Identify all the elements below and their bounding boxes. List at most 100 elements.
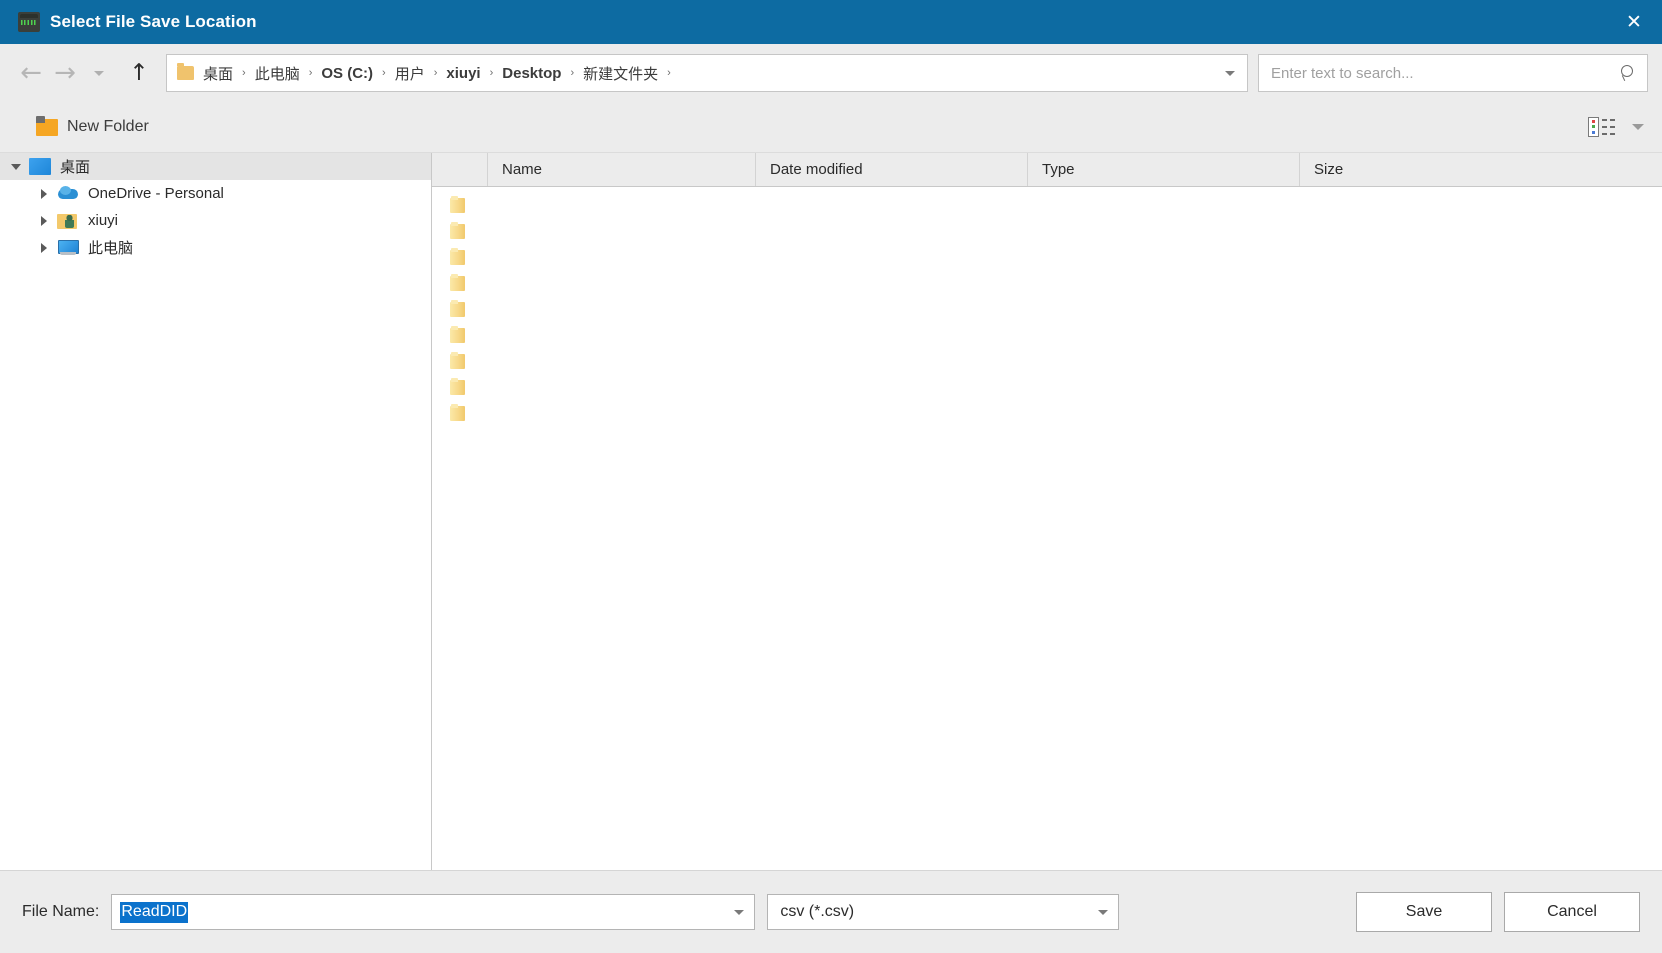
file-row[interactable] xyxy=(432,373,1662,399)
folder-icon xyxy=(450,351,465,369)
up-one-level-button[interactable]: ↑ xyxy=(122,56,156,90)
search-input[interactable] xyxy=(1271,64,1619,82)
file-row[interactable] xyxy=(432,295,1662,321)
column-headers: Name Date modified Type Size xyxy=(432,153,1662,187)
onedrive-cloud-icon xyxy=(57,185,79,203)
column-header-name[interactable]: Name xyxy=(488,153,756,186)
tree-item[interactable]: 此电脑 xyxy=(0,234,431,261)
column-header-type[interactable]: Type xyxy=(1028,153,1300,186)
app-waveform-icon xyxy=(18,12,40,32)
title-bar: Select File Save Location ✕ xyxy=(0,0,1662,44)
breadcrumb-item[interactable]: 用户 xyxy=(388,60,432,87)
breadcrumb-separator-icon[interactable]: › xyxy=(380,67,388,79)
file-name-label: File Name: xyxy=(22,903,100,920)
tree-item[interactable]: 桌面 xyxy=(0,153,431,180)
this-pc-icon xyxy=(57,239,79,257)
breadcrumb-separator-icon[interactable]: › xyxy=(240,67,248,79)
file-list-panel: Name Date modified Type Size xyxy=(432,153,1662,870)
back-arrow-icon: ← xyxy=(20,58,42,88)
select-file-save-location-dialog: Select File Save Location ✕ ← → ↑ 桌面 › 此电脑… xyxy=(0,0,1662,953)
folder-icon xyxy=(450,299,465,317)
breadcrumb-separator-icon[interactable]: › xyxy=(488,67,496,79)
chevron-down-icon[interactable] xyxy=(6,164,26,170)
breadcrumb-separator-icon[interactable]: › xyxy=(568,67,576,79)
file-rows-container xyxy=(432,187,1662,870)
file-type-chevron-down-icon[interactable] xyxy=(1088,895,1118,929)
breadcrumb-item[interactable]: Desktop xyxy=(495,62,568,85)
breadcrumb-separator-icon[interactable]: › xyxy=(432,67,440,79)
chevron-right-icon[interactable] xyxy=(34,216,54,226)
file-row[interactable] xyxy=(432,217,1662,243)
tree-item-label: 此电脑 xyxy=(88,240,134,257)
close-icon[interactable]: ✕ xyxy=(1606,0,1662,44)
navigation-tree: 桌面 OneDrive - Personal xiuyi 此电脑 xyxy=(0,153,432,870)
chevron-down-icon xyxy=(94,70,104,76)
column-header-gutter xyxy=(432,153,488,186)
footer-bar: File Name: ReadDID csv (*.csv) Save Canc… xyxy=(0,870,1662,953)
new-folder-icon xyxy=(36,115,58,136)
navigation-bar: ← → ↑ 桌面 › 此电脑 › OS (C:) › 用户 › xiuyi › Desktop › 新建… xyxy=(0,44,1662,102)
chevron-right-icon[interactable] xyxy=(34,189,54,199)
file-row[interactable] xyxy=(432,269,1662,295)
up-arrow-icon: ↑ xyxy=(129,59,149,86)
breadcrumb-item[interactable]: 新建文件夹 xyxy=(576,60,665,87)
new-folder-label: New Folder xyxy=(67,118,149,135)
window-title: Select File Save Location xyxy=(50,12,257,31)
tree-item[interactable]: xiuyi xyxy=(0,207,431,234)
address-bar[interactable]: 桌面 › 此电脑 › OS (C:) › 用户 › xiuyi › Desktop › 新建文件夹 › xyxy=(166,54,1248,92)
folder-icon xyxy=(450,325,465,343)
footer-buttons: Save Cancel xyxy=(1356,892,1640,932)
breadcrumb: 桌面 › 此电脑 › OS (C:) › 用户 › xiuyi › Desktop › 新建文件夹 › xyxy=(196,60,673,87)
folder-icon xyxy=(450,221,465,239)
folder-icon xyxy=(450,195,465,213)
column-header-size[interactable]: Size xyxy=(1300,153,1662,186)
main-content: 桌面 OneDrive - Personal xiuyi 此电脑 Name Date … xyxy=(0,152,1662,870)
toolbar-right-group xyxy=(1588,117,1644,137)
folder-icon xyxy=(450,247,465,265)
toolbar: New Folder xyxy=(0,102,1662,152)
view-icon-column xyxy=(1588,117,1599,137)
folder-icon xyxy=(450,377,465,395)
breadcrumb-separator-icon[interactable]: › xyxy=(665,67,673,79)
breadcrumb-item[interactable]: xiuyi xyxy=(439,62,487,85)
file-type-value[interactable]: csv (*.csv) xyxy=(780,903,854,921)
folder-icon xyxy=(450,403,465,421)
save-button[interactable]: Save xyxy=(1356,892,1492,932)
folder-icon xyxy=(450,273,465,291)
file-name-chevron-down-icon[interactable] xyxy=(724,895,754,929)
user-folder-icon xyxy=(57,212,79,230)
back-button[interactable]: ← xyxy=(14,56,48,90)
details-view-icon[interactable] xyxy=(1588,117,1616,137)
tree-container: 桌面 OneDrive - Personal xiuyi 此电脑 xyxy=(0,153,431,261)
search-icon[interactable] xyxy=(1619,64,1637,82)
forward-button[interactable]: → xyxy=(48,56,82,90)
file-row[interactable] xyxy=(432,243,1662,269)
breadcrumb-item[interactable]: 桌面 xyxy=(196,60,240,87)
breadcrumb-separator-icon[interactable]: › xyxy=(307,67,315,79)
column-header-date-modified[interactable]: Date modified xyxy=(756,153,1028,186)
file-type-combobox[interactable]: csv (*.csv) xyxy=(767,894,1120,930)
view-options-chevron-down-icon[interactable] xyxy=(1632,124,1644,130)
file-name-value[interactable]: ReadDID xyxy=(120,901,189,923)
recent-locations-button[interactable] xyxy=(82,56,116,90)
chevron-right-icon[interactable] xyxy=(34,243,54,253)
address-history-caret-icon[interactable] xyxy=(1213,55,1247,91)
cancel-button[interactable]: Cancel xyxy=(1504,892,1640,932)
file-row[interactable] xyxy=(432,321,1662,347)
file-row[interactable] xyxy=(432,191,1662,217)
view-icon-lines xyxy=(1602,119,1616,135)
forward-arrow-icon: → xyxy=(54,58,76,88)
tree-item-label: 桌面 xyxy=(60,159,91,176)
tree-item[interactable]: OneDrive - Personal xyxy=(0,180,431,207)
file-row[interactable] xyxy=(432,347,1662,373)
search-box[interactable] xyxy=(1258,54,1648,92)
folder-icon xyxy=(177,63,194,80)
breadcrumb-item[interactable]: OS (C:) xyxy=(314,62,380,85)
breadcrumb-item[interactable]: 此电脑 xyxy=(248,60,307,87)
desktop-icon xyxy=(29,158,51,175)
tree-item-label: OneDrive - Personal xyxy=(88,185,224,202)
file-row[interactable] xyxy=(432,399,1662,425)
new-folder-button[interactable]: New Folder xyxy=(26,112,159,142)
file-name-combobox[interactable]: ReadDID xyxy=(111,894,756,930)
tree-item-label: xiuyi xyxy=(88,212,119,229)
